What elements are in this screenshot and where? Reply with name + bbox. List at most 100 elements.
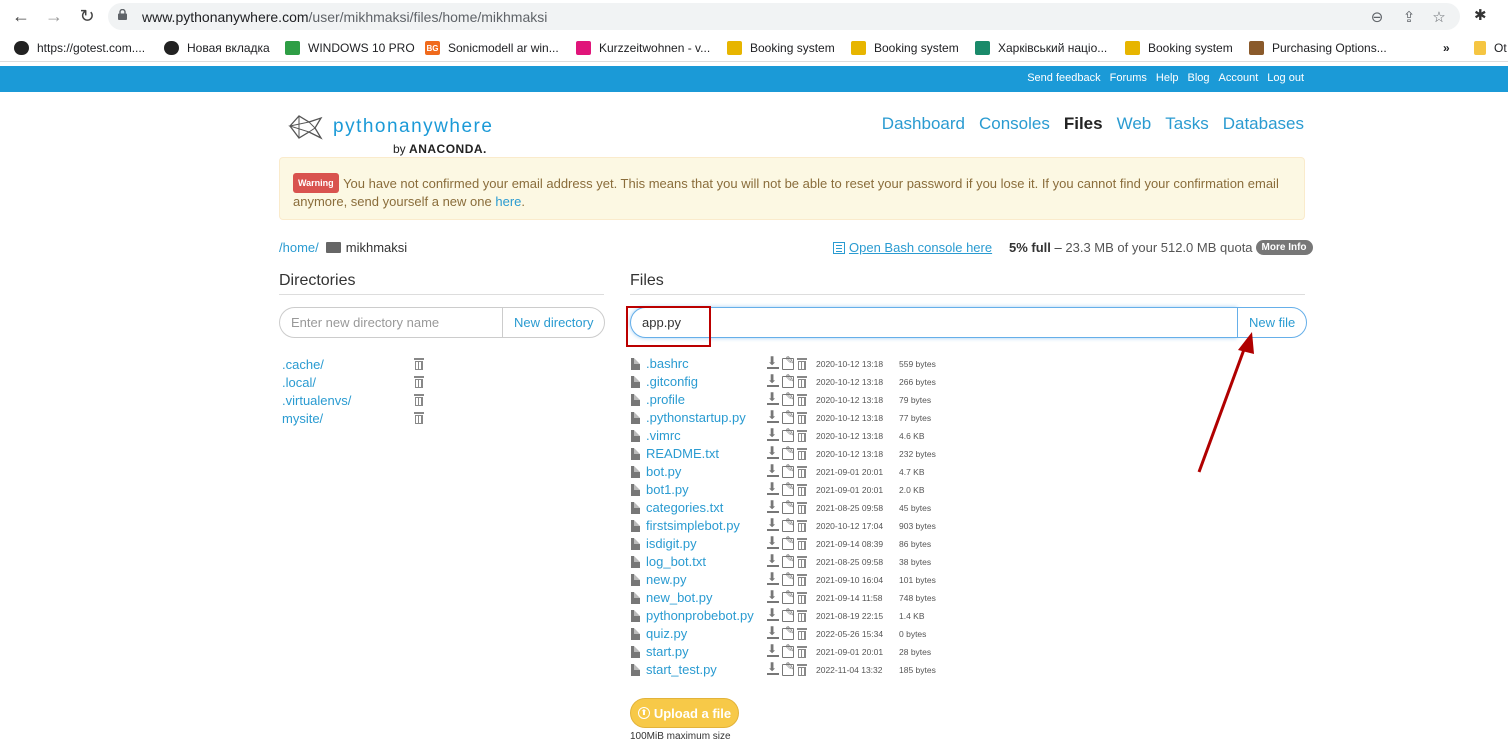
file-link[interactable]: .gitconfig xyxy=(646,374,698,390)
open-bash-console-link[interactable]: Open Bash console here xyxy=(833,240,992,255)
delete-file-icon[interactable] xyxy=(797,537,807,550)
edit-icon[interactable] xyxy=(782,552,794,568)
download-icon[interactable] xyxy=(767,534,779,550)
delete-file-icon[interactable] xyxy=(797,465,807,478)
delete-file-icon[interactable] xyxy=(797,393,807,406)
resend-email-link[interactable]: here xyxy=(495,194,521,209)
download-icon[interactable] xyxy=(767,588,779,604)
delete-file-icon[interactable] xyxy=(797,627,807,640)
edit-icon[interactable] xyxy=(782,408,794,424)
address-bar[interactable]: www.pythonanywhere.com/user/mikhmaksi/fi… xyxy=(108,3,1460,30)
bookmark-item[interactable]: Харківський націо... xyxy=(975,40,1107,56)
file-link[interactable]: bot.py xyxy=(646,464,681,480)
download-icon[interactable] xyxy=(767,426,779,442)
download-icon[interactable] xyxy=(767,462,779,478)
download-icon[interactable] xyxy=(767,408,779,424)
star-icon[interactable]: ☆ xyxy=(1430,8,1448,26)
edit-icon[interactable] xyxy=(782,642,794,658)
delete-directory-icon[interactable] xyxy=(414,358,424,370)
file-link[interactable]: new.py xyxy=(646,572,686,588)
file-link[interactable]: pythonprobebot.py xyxy=(646,608,754,624)
delete-file-icon[interactable] xyxy=(797,447,807,460)
nav-tasks[interactable]: Tasks xyxy=(1165,114,1208,134)
directory-link[interactable]: mysite/ xyxy=(282,411,323,426)
delete-file-icon[interactable] xyxy=(797,429,807,442)
share-icon[interactable]: ⇪ xyxy=(1400,8,1418,26)
file-link[interactable]: log_bot.txt xyxy=(646,554,706,570)
nav-consoles[interactable]: Consoles xyxy=(979,114,1050,134)
bookmark-item[interactable]: Booking system xyxy=(851,40,959,56)
download-icon[interactable] xyxy=(767,660,779,676)
file-link[interactable]: isdigit.py xyxy=(646,536,697,552)
topbar-link-log-out[interactable]: Log out xyxy=(1267,72,1304,84)
edit-icon[interactable] xyxy=(782,354,794,370)
bookmark-item[interactable]: Kurzzeitwohnen - v... xyxy=(576,40,710,56)
delete-directory-icon[interactable] xyxy=(414,412,424,424)
delete-file-icon[interactable] xyxy=(797,357,807,370)
edit-icon[interactable] xyxy=(782,534,794,550)
delete-directory-icon[interactable] xyxy=(414,376,424,388)
more-info-button[interactable]: More Info xyxy=(1255,240,1313,255)
nav-web[interactable]: Web xyxy=(1117,114,1152,134)
download-icon[interactable] xyxy=(767,552,779,568)
download-icon[interactable] xyxy=(767,606,779,622)
file-link[interactable]: bot1.py xyxy=(646,482,689,498)
download-icon[interactable] xyxy=(767,570,779,586)
file-link[interactable]: start.py xyxy=(646,644,689,660)
reload-icon[interactable]: ↻ xyxy=(76,5,98,27)
bookmark-item[interactable]: Booking system xyxy=(727,40,835,56)
bookmark-item[interactable]: BG Sonicmodell ar win... xyxy=(425,40,559,56)
delete-directory-icon[interactable] xyxy=(414,394,424,406)
topbar-link-send-feedback[interactable]: Send feedback xyxy=(1027,72,1100,84)
file-link[interactable]: categories.txt xyxy=(646,500,723,516)
download-icon[interactable] xyxy=(767,390,779,406)
edit-icon[interactable] xyxy=(782,624,794,640)
edit-icon[interactable] xyxy=(782,516,794,532)
nav-databases[interactable]: Databases xyxy=(1223,114,1304,134)
delete-file-icon[interactable] xyxy=(797,663,807,676)
file-link[interactable]: .vimrc xyxy=(646,428,681,444)
delete-file-icon[interactable] xyxy=(797,609,807,622)
delete-file-icon[interactable] xyxy=(797,375,807,388)
bookmark-item[interactable]: https://gotest.com.... xyxy=(14,40,145,56)
edit-icon[interactable] xyxy=(782,372,794,388)
bookmark-item[interactable]: WINDOWS 10 PRO xyxy=(285,40,415,56)
bookmark-item[interactable]: Booking system xyxy=(1125,40,1233,56)
topbar-link-account[interactable]: Account xyxy=(1219,72,1259,84)
other-bookmarks[interactable]: Ot xyxy=(1474,40,1507,56)
new-directory-input[interactable] xyxy=(279,307,502,338)
bookmark-item[interactable]: Новая вкладка xyxy=(164,40,270,56)
file-link[interactable]: quiz.py xyxy=(646,626,687,642)
new-directory-button[interactable]: New directory xyxy=(502,307,606,338)
file-link[interactable]: new_bot.py xyxy=(646,590,713,606)
delete-file-icon[interactable] xyxy=(797,519,807,532)
breadcrumb-home-link[interactable]: /home/ xyxy=(279,240,319,255)
file-link[interactable]: firstsimplebot.py xyxy=(646,518,740,534)
edit-icon[interactable] xyxy=(782,444,794,460)
download-icon[interactable] xyxy=(767,480,779,496)
directory-link[interactable]: .cache/ xyxy=(282,357,324,372)
delete-file-icon[interactable] xyxy=(797,411,807,424)
new-file-input[interactable] xyxy=(630,307,1237,338)
topbar-link-blog[interactable]: Blog xyxy=(1188,72,1210,84)
pythonanywhere-logo[interactable]: pythonanywhere by ANACONDA. xyxy=(287,112,497,158)
bookmarks-overflow-icon[interactable]: » xyxy=(1443,40,1450,56)
delete-file-icon[interactable] xyxy=(797,555,807,568)
delete-file-icon[interactable] xyxy=(797,591,807,604)
file-link[interactable]: README.txt xyxy=(646,446,719,462)
download-icon[interactable] xyxy=(767,372,779,388)
extensions-icon[interactable]: ✱ xyxy=(1474,6,1487,24)
download-icon[interactable] xyxy=(767,624,779,640)
edit-icon[interactable] xyxy=(782,498,794,514)
upload-file-button[interactable]: ⬆ Upload a file xyxy=(630,698,739,728)
zoom-icon[interactable]: ⊖ xyxy=(1368,8,1386,26)
file-link[interactable]: .pythonstartup.py xyxy=(646,410,746,426)
edit-icon[interactable] xyxy=(782,570,794,586)
file-link[interactable]: .bashrc xyxy=(646,356,689,372)
edit-icon[interactable] xyxy=(782,480,794,496)
download-icon[interactable] xyxy=(767,642,779,658)
topbar-link-help[interactable]: Help xyxy=(1156,72,1179,84)
download-icon[interactable] xyxy=(767,516,779,532)
delete-file-icon[interactable] xyxy=(797,573,807,586)
edit-icon[interactable] xyxy=(782,462,794,478)
